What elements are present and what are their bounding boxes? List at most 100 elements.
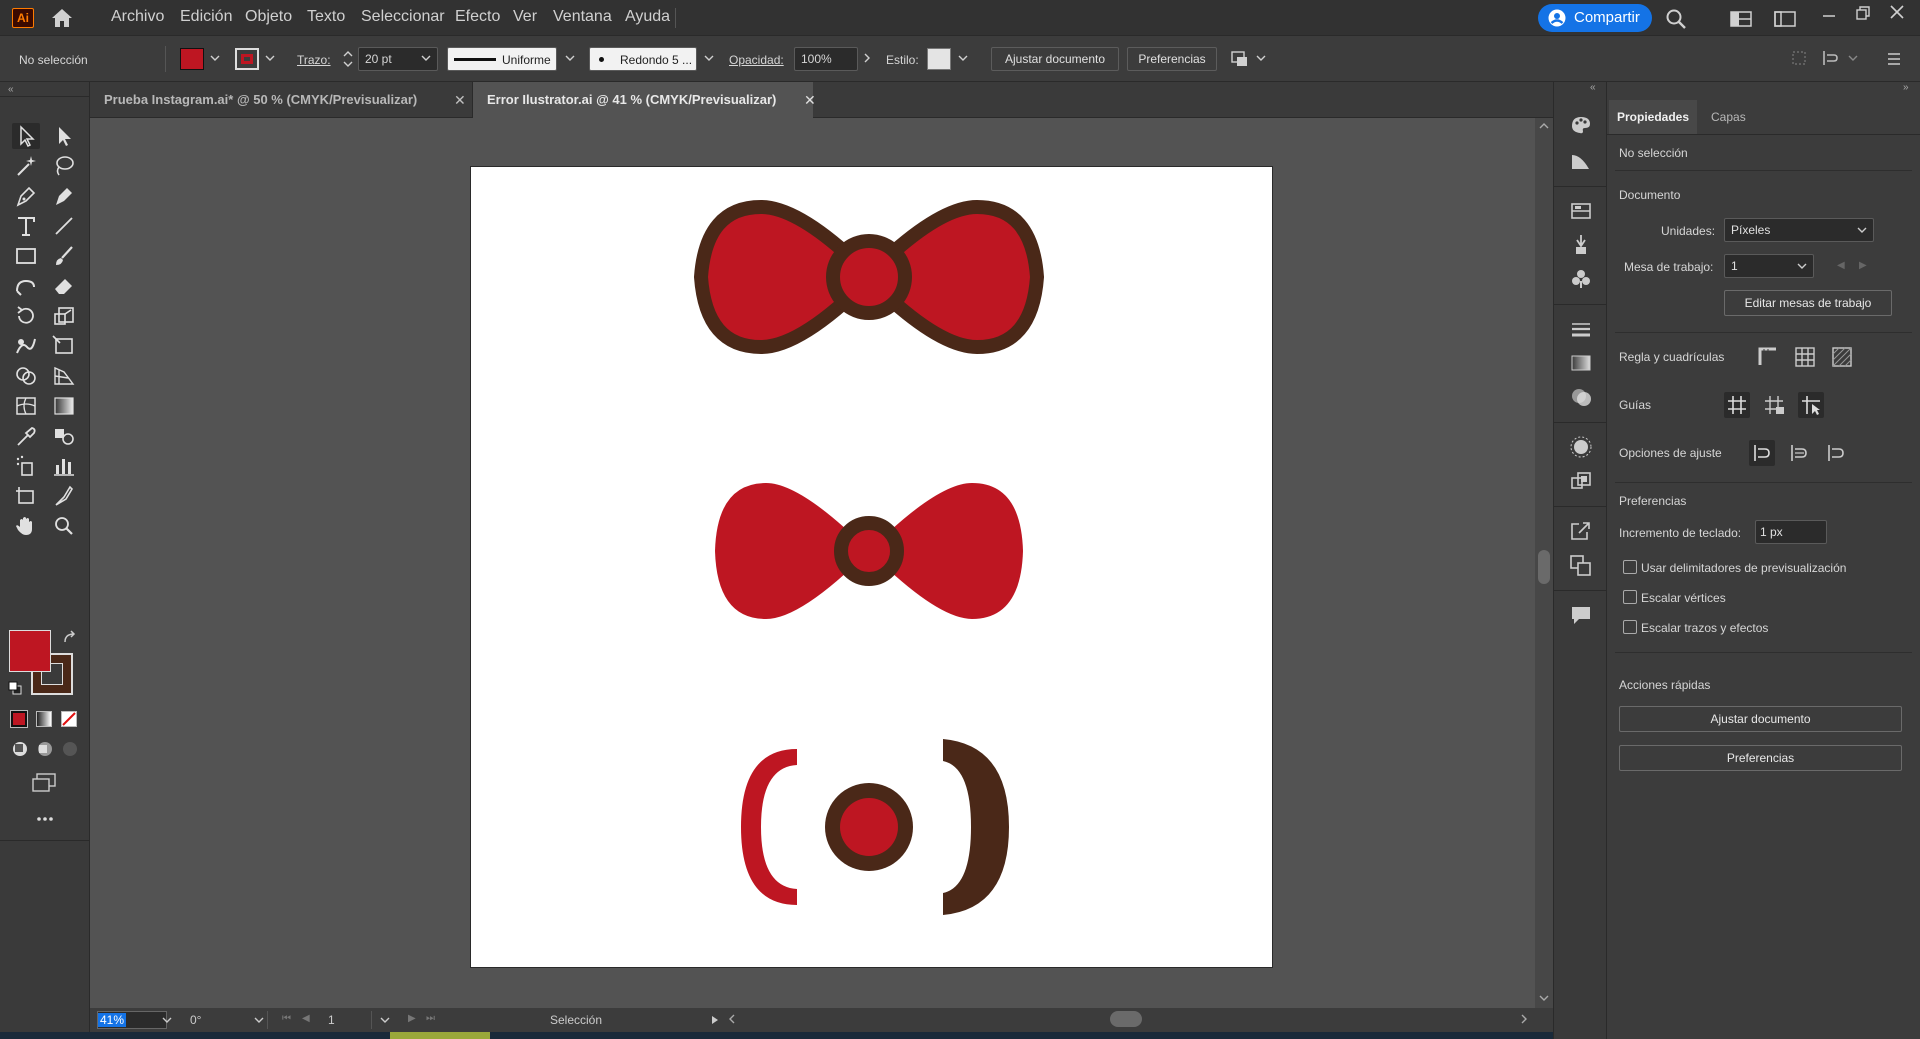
- artboard-number-field[interactable]: 1: [322, 1011, 372, 1029]
- color-mode-icon[interactable]: [10, 710, 28, 728]
- snap-to-pixel-icon[interactable]: [1786, 440, 1812, 466]
- type-tool-icon[interactable]: [12, 213, 40, 239]
- tab-prueba-instagram[interactable]: Prueba Instagram.ai* @ 50 % (CMYK/Previs…: [90, 82, 468, 118]
- tab-capas[interactable]: Capas: [1703, 100, 1754, 134]
- shape-builder-tool-icon[interactable]: [12, 363, 40, 389]
- scale-strokes-checkbox[interactable]: [1623, 620, 1637, 634]
- line-tool-icon[interactable]: [50, 213, 78, 239]
- opacity-label[interactable]: Opacidad:: [729, 53, 784, 67]
- tab-propiedades[interactable]: Propiedades: [1609, 100, 1698, 134]
- mesh-tool-icon[interactable]: [12, 393, 40, 419]
- transparency-grid-icon[interactable]: [1829, 344, 1855, 370]
- quick-preferences-button[interactable]: Preferencias: [1619, 745, 1902, 771]
- edit-artboards-button[interactable]: Editar mesas de trabajo: [1724, 290, 1892, 316]
- swap-colors-icon[interactable]: [62, 630, 78, 646]
- zoom-tool-icon[interactable]: [50, 513, 78, 539]
- minimize-icon[interactable]: [1820, 6, 1838, 24]
- stroke-label[interactable]: Trazo:: [297, 53, 331, 67]
- bow-filled[interactable]: [715, 483, 1023, 619]
- menu-ventana[interactable]: Ventana: [553, 8, 612, 26]
- lock-guides-icon[interactable]: [1761, 392, 1787, 418]
- scale-corners-checkbox[interactable]: [1623, 590, 1637, 604]
- rulers-icon[interactable]: [1755, 344, 1781, 370]
- menu-efecto[interactable]: Efecto: [455, 8, 500, 26]
- chevron-down-icon[interactable]: [254, 1014, 264, 1026]
- close-tab-icon[interactable]: ✕: [454, 92, 466, 108]
- chevron-down-icon[interactable]: [704, 51, 714, 65]
- vertical-scroll-thumb[interactable]: [1538, 550, 1550, 584]
- smart-guides-icon[interactable]: [1798, 392, 1824, 418]
- comments-icon[interactable]: [1567, 602, 1595, 628]
- chevron-down-icon[interactable]: [162, 1014, 172, 1026]
- preview-bounds-checkbox[interactable]: [1623, 560, 1637, 574]
- more-tools-icon[interactable]: [36, 815, 54, 823]
- chevron-down-icon[interactable]: [958, 51, 968, 65]
- stroke-profile-select[interactable]: Uniforme: [447, 47, 557, 71]
- gradient-panel-icon[interactable]: [1567, 350, 1595, 376]
- menu-ver[interactable]: Ver: [513, 8, 537, 26]
- lasso-tool-icon[interactable]: [50, 153, 78, 179]
- tab-error-ilustrator[interactable]: Error Ilustrator.ai @ 41 % (CMYK/Previsu…: [473, 82, 813, 118]
- close-window-icon[interactable]: [1888, 3, 1906, 21]
- arrange-icon[interactable]: [1229, 48, 1251, 70]
- hand-tool-icon[interactable]: [12, 513, 40, 539]
- direct-selection-tool-icon[interactable]: [50, 123, 78, 149]
- workspace-icon[interactable]: [1730, 10, 1752, 28]
- home-icon[interactable]: [50, 7, 74, 29]
- bow-broken[interactable]: [741, 739, 1009, 915]
- eraser-tool-icon[interactable]: [50, 273, 78, 299]
- default-colors-icon[interactable]: [8, 681, 22, 695]
- chevron-down-icon[interactable]: [380, 1014, 390, 1026]
- artboard-select[interactable]: 1: [1724, 254, 1814, 278]
- collapse-dock-icon[interactable]: «: [1590, 82, 1596, 93]
- menu-edicion[interactable]: Edición: [180, 8, 232, 26]
- menu-archivo[interactable]: Archivo: [111, 8, 164, 26]
- artboards-panel-icon[interactable]: [1567, 552, 1595, 578]
- style-swatch[interactable]: [927, 48, 951, 70]
- chevron-down-icon[interactable]: [565, 51, 575, 65]
- chevron-down-icon[interactable]: [265, 51, 275, 65]
- snap-to-point-icon[interactable]: [1749, 440, 1775, 466]
- menu-seleccionar[interactable]: Seleccionar: [361, 8, 445, 26]
- column-graph-tool-icon[interactable]: [50, 453, 78, 479]
- preferences-button[interactable]: Preferencias: [1127, 47, 1217, 71]
- quick-fit-document-button[interactable]: Ajustar documento: [1619, 706, 1902, 732]
- selection-tool-icon[interactable]: [12, 123, 40, 149]
- paintbrush-tool-icon[interactable]: [50, 243, 78, 269]
- color-palette-icon[interactable]: [1567, 112, 1595, 138]
- chevron-down-icon[interactable]: [421, 51, 431, 65]
- horizontal-scroll-thumb[interactable]: [1110, 1011, 1142, 1027]
- warp-tool-icon[interactable]: [12, 333, 40, 359]
- stroke-panel-icon[interactable]: [1567, 316, 1595, 342]
- free-transform-tool-icon[interactable]: [50, 333, 78, 359]
- slice-tool-icon[interactable]: [50, 483, 78, 509]
- arrange-documents-icon[interactable]: [1774, 10, 1796, 28]
- color-guide-icon[interactable]: [1567, 148, 1595, 174]
- libraries-icon[interactable]: [1567, 198, 1595, 224]
- scroll-left-icon[interactable]: [728, 1014, 736, 1024]
- transparency-icon[interactable]: [1567, 384, 1595, 410]
- fit-document-button[interactable]: Ajustar documento: [991, 47, 1119, 71]
- menu-ayuda[interactable]: Ayuda: [625, 8, 670, 26]
- stroke-swatch[interactable]: [235, 48, 259, 70]
- chevron-down-icon[interactable]: [1848, 51, 1858, 65]
- gradient-mode-icon[interactable]: [36, 711, 52, 727]
- keyboard-increment-field[interactable]: 1 px: [1755, 520, 1827, 544]
- perspective-grid-tool-icon[interactable]: [50, 363, 78, 389]
- scroll-down-icon[interactable]: [1539, 994, 1549, 1002]
- restore-icon[interactable]: [1854, 4, 1872, 22]
- draw-normal-icon[interactable]: [11, 740, 29, 758]
- zoom-field[interactable]: 41%: [97, 1011, 167, 1029]
- collapse-panel-icon[interactable]: »: [1903, 82, 1909, 93]
- shaper-tool-icon[interactable]: [12, 273, 40, 299]
- scroll-up-icon[interactable]: [1539, 122, 1549, 130]
- none-mode-icon[interactable]: [61, 711, 77, 727]
- bow-outlined[interactable]: [694, 200, 1044, 354]
- snap-icon[interactable]: [1820, 48, 1842, 68]
- fill-color-box[interactable]: [9, 630, 51, 672]
- eyedropper-tool-icon[interactable]: [12, 423, 40, 449]
- menu-objeto[interactable]: Objeto: [245, 8, 292, 26]
- horizontal-scrollbar[interactable]: [720, 1008, 1535, 1030]
- snap-to-glyph-icon[interactable]: [1823, 440, 1849, 466]
- chevron-down-icon[interactable]: [1256, 51, 1266, 65]
